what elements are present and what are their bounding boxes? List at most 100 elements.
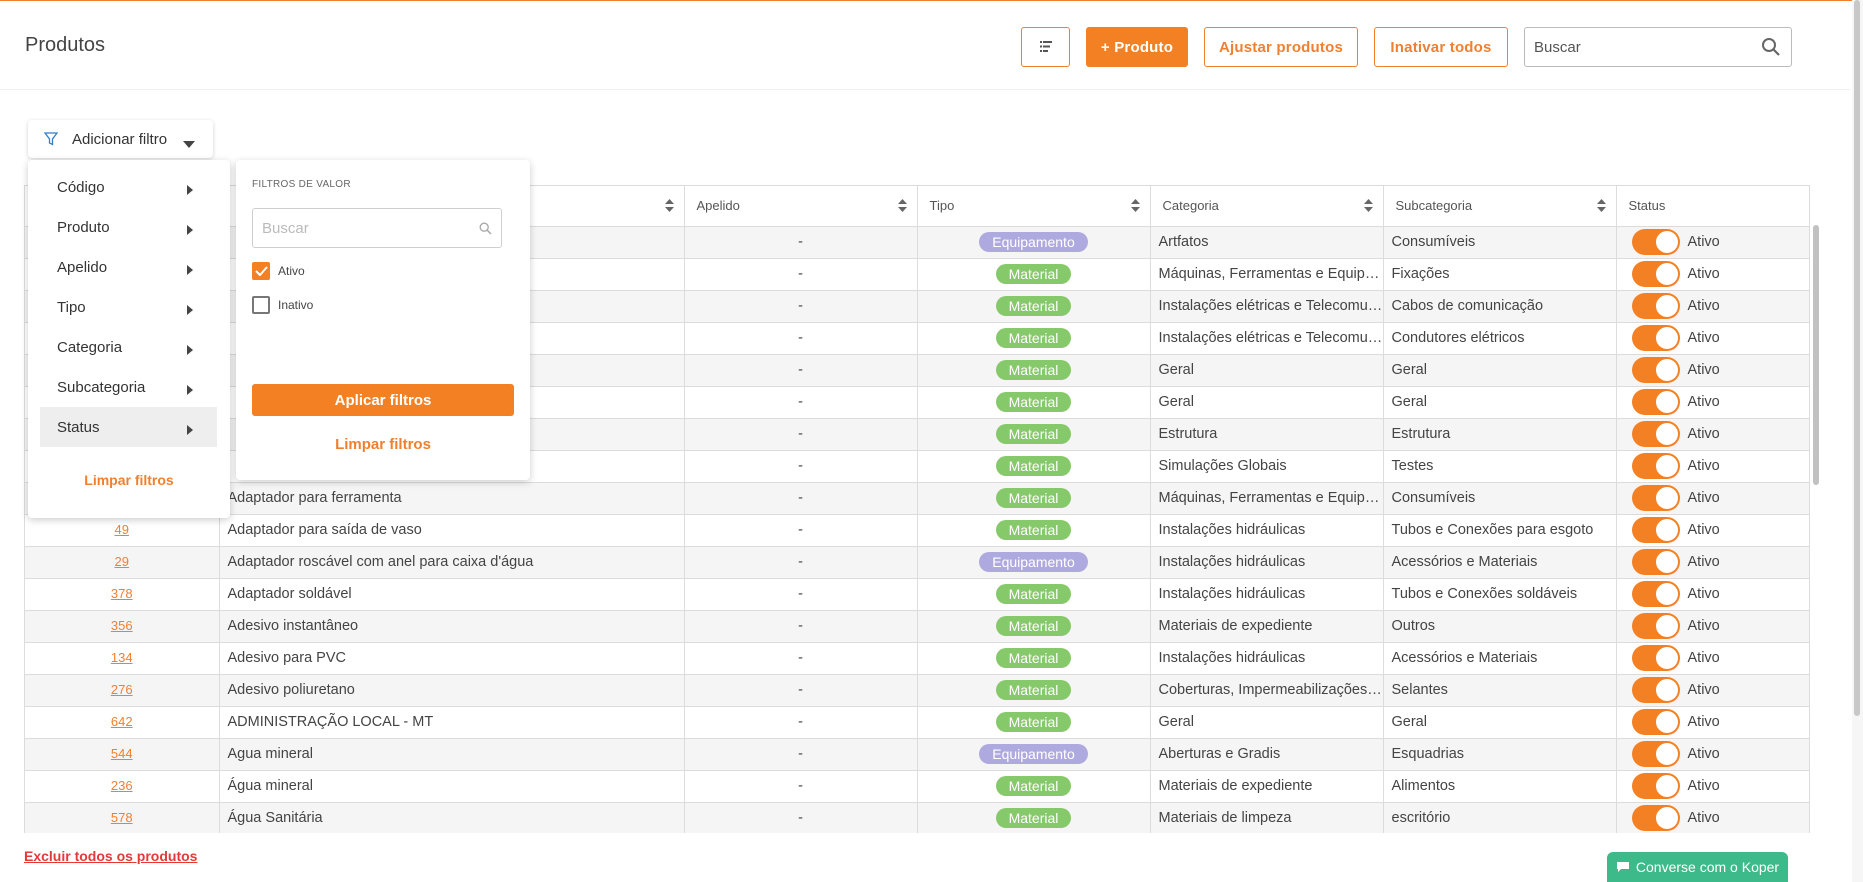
column-header-subcategoria[interactable]: Subcategoria [1383, 186, 1617, 227]
column-header-status[interactable]: Status [1616, 186, 1809, 227]
table-scrollbar-thumb[interactable] [1813, 225, 1819, 485]
product-code-link[interactable]: 642 [111, 714, 133, 729]
sort-arrows-icon[interactable] [897, 199, 907, 215]
table-row[interactable]: 49 Adaptador para saída de vaso - Material I… [25, 514, 1809, 547]
status-toggle[interactable] [1631, 805, 1680, 831]
product-code-link[interactable]: 544 [111, 746, 133, 761]
status-toggle[interactable] [1631, 773, 1680, 799]
column-header-categoria[interactable]: Categoria [1150, 186, 1384, 227]
status-toggle[interactable] [1631, 357, 1680, 383]
status-label: Ativo [1687, 490, 1720, 506]
sort-arrows-icon[interactable] [1363, 199, 1373, 215]
status-toggle[interactable] [1631, 261, 1680, 287]
status-toggle[interactable] [1631, 453, 1680, 479]
filter-field-menu: Status Subcategoria Categoria Tipo Apelido Pr… [28, 160, 230, 518]
status-toggle[interactable] [1631, 421, 1680, 447]
product-code-link[interactable]: 29 [115, 554, 129, 569]
chat-button[interactable]: Converse com o Koper [1607, 852, 1788, 882]
cell-subcategoria: Geral [1383, 354, 1617, 387]
filter-menu-item-categoria[interactable]: Categoria [40, 327, 217, 367]
status-toggle[interactable] [1631, 581, 1680, 607]
value-search-input[interactable] [253, 209, 463, 247]
cell-subcategoria: Acessórios e Materiais [1383, 642, 1617, 675]
filter-menu-item-apelido[interactable]: Apelido [40, 247, 217, 287]
status-toggle[interactable] [1631, 389, 1680, 415]
column-header-tipo[interactable]: Tipo [917, 186, 1151, 227]
filter-menu-item-codigo[interactable]: Código [40, 167, 217, 207]
table-row[interactable]: 378 Adaptador soldável - Material Instalaçõe… [25, 578, 1809, 611]
product-code-link[interactable]: 578 [111, 810, 133, 825]
sort-arrows-icon[interactable] [664, 199, 674, 215]
cell-status: Ativo [1616, 514, 1809, 547]
add-filter-button[interactable]: Adicionar filtro [28, 120, 213, 158]
checkbox-inativo[interactable] [252, 296, 270, 314]
table-row[interactable]: 236 Água mineral - Material Materiais de exp… [25, 770, 1809, 803]
table-row[interactable]: 276 Adesivo poliuretano - Material Cobertura… [25, 674, 1809, 707]
add-product-button[interactable]: + Produto [1086, 27, 1188, 67]
product-code-link[interactable]: 236 [111, 778, 133, 793]
filter-menu-item-tipo[interactable]: Tipo [40, 287, 217, 327]
type-badge: Material [995, 264, 1072, 284]
status-toggle[interactable] [1631, 325, 1680, 351]
status-label: Ativo [1687, 746, 1720, 762]
sort-arrows-icon[interactable] [1596, 199, 1606, 215]
table-row[interactable]: Adaptador para ferramenta - Material Máquin… [25, 482, 1809, 515]
filter-menu-item-subcategoria[interactable]: Subcategoria [40, 367, 217, 407]
status-toggle[interactable] [1631, 709, 1680, 735]
search-input[interactable] [1525, 28, 1745, 66]
cell-status: Ativo [1616, 546, 1809, 579]
table-scrollbar[interactable] [1812, 225, 1821, 485]
option-inativo-label: Inativo [278, 298, 314, 312]
cell-product: Adesivo instantâneo [219, 610, 685, 643]
status-toggle[interactable] [1631, 613, 1680, 639]
column-header-apelido[interactable]: Apelido [684, 186, 918, 227]
option-ativo[interactable]: Ativo [252, 262, 305, 280]
sort-button[interactable] [1021, 27, 1070, 67]
status-toggle[interactable] [1631, 229, 1680, 255]
table-row[interactable]: 356 Adesivo instantâneo - Material Materiais… [25, 610, 1809, 643]
cell-apelido: - [684, 386, 918, 419]
cell-categoria: Artfatos [1150, 226, 1384, 259]
table-row[interactable]: 578 Água Sanitária - Material Materiais de l… [25, 802, 1809, 833]
column-header-label: Subcategoria [1395, 198, 1473, 214]
cell-apelido: - [684, 674, 918, 707]
status-toggle[interactable] [1631, 645, 1680, 671]
table-row[interactable]: 642 ADMINISTRAÇÃO LOCAL - MT - Material Gera… [25, 706, 1809, 739]
status-toggle[interactable] [1631, 517, 1680, 543]
status-toggle[interactable] [1631, 549, 1680, 575]
status-toggle[interactable] [1631, 677, 1680, 703]
apply-filters-button[interactable]: Aplicar filtros [252, 384, 514, 416]
delete-all-products-link[interactable]: Excluir todos os produtos [24, 848, 197, 864]
product-code-link[interactable]: 276 [111, 682, 133, 697]
table-row[interactable]: 544 Agua mineral - Equipamento Aberturas e G… [25, 738, 1809, 771]
filter-menu-item-produto[interactable]: Produto [40, 207, 217, 247]
page-header: Produtos + Produto Ajustar produtos Inat… [0, 1, 1850, 90]
product-code-link[interactable]: 378 [111, 586, 133, 601]
product-code-link[interactable]: 134 [111, 650, 133, 665]
product-code-link[interactable]: 356 [111, 618, 133, 633]
adjust-products-button[interactable]: Ajustar produtos [1204, 27, 1358, 67]
page-scrollbar-thumb[interactable] [1854, 0, 1860, 716]
clear-filters-button[interactable]: Limpar filtros [252, 436, 514, 453]
menu-clear-filters-button[interactable]: Limpar filtros [28, 472, 230, 488]
cell-product: Água mineral [219, 770, 685, 803]
status-toggle[interactable] [1631, 293, 1680, 319]
page-scrollbar[interactable] [1852, 0, 1863, 882]
sort-arrows-icon[interactable] [1130, 199, 1140, 215]
table-row[interactable]: 29 Adaptador roscável com anel para caixa… [25, 546, 1809, 579]
filter-menu-item-status[interactable]: Status [40, 407, 217, 447]
search-icon[interactable] [1761, 37, 1781, 62]
status-toggle[interactable] [1631, 741, 1680, 767]
value-filters-panel: FILTROS DE VALOR Ativo Inativo Aplicar f… [236, 160, 530, 480]
checkbox-ativo[interactable] [252, 262, 270, 280]
option-inativo[interactable]: Inativo [252, 296, 313, 314]
product-code-link[interactable]: 49 [115, 522, 129, 537]
cell-code: 29 [25, 546, 220, 579]
type-badge: Material [995, 648, 1072, 668]
status-toggle[interactable] [1631, 485, 1680, 511]
table-row[interactable]: 134 Adesivo para PVC - Material Instalações … [25, 642, 1809, 675]
cell-tipo: Material [917, 386, 1151, 419]
cell-subcategoria: Condutores elétricos [1383, 322, 1617, 355]
cell-status: Ativo [1616, 738, 1809, 771]
inactivate-all-button[interactable]: Inativar todos [1374, 27, 1508, 67]
